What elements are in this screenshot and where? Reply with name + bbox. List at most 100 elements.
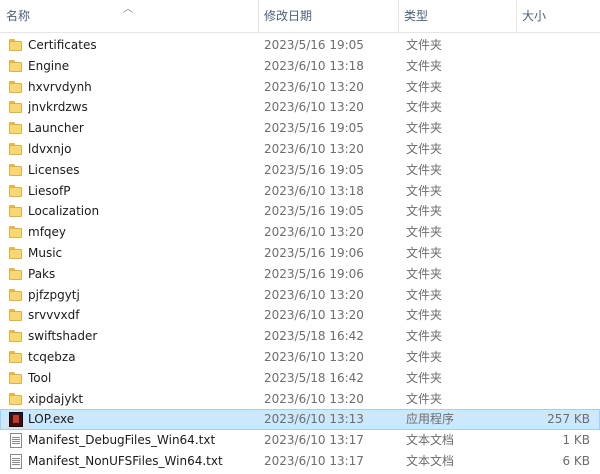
file-type: 文件夹 <box>406 38 443 52</box>
file-row[interactable]: Manifest_NonUFSFiles_Win64.txt 2023/6/10 … <box>0 451 600 472</box>
file-size <box>520 118 590 139</box>
file-date: 2023/5/18 16:42 <box>264 370 364 385</box>
txt-icon <box>8 433 24 449</box>
folder-icon <box>8 59 24 74</box>
file-row[interactable]: jnvkrdzws 2023/6/10 13:20 文件夹 <box>0 97 600 118</box>
file-name: tcqebza <box>28 349 76 364</box>
folder-icon <box>8 204 24 219</box>
folder-icon <box>8 100 24 115</box>
file-name: pjfzpgytj <box>28 287 80 302</box>
file-row[interactable]: tcqebza 2023/6/10 13:20 文件夹 <box>0 347 600 368</box>
file-type: 文件夹 <box>406 204 443 219</box>
column-header-date[interactable]: 修改日期 <box>258 0 398 32</box>
file-name: xipdajykt <box>28 391 84 406</box>
column-header-bar: ︿ 名称 修改日期 类型 大小 <box>0 0 600 33</box>
file-type: 应用程序 <box>406 412 455 427</box>
file-type: 文件夹 <box>406 349 443 364</box>
file-row[interactable]: Licenses 2023/5/16 19:05 文件夹 <box>0 160 600 181</box>
file-row[interactable]: Localization 2023/5/16 19:05 文件夹 <box>0 201 600 222</box>
folder-icon <box>8 288 24 303</box>
file-name: Engine <box>28 58 70 73</box>
file-date: 2023/6/10 13:13 <box>264 412 364 427</box>
file-type: 文件夹 <box>406 121 443 136</box>
file-name: jnvkrdzws <box>28 100 88 115</box>
file-row[interactable]: Tool 2023/5/18 16:42 文件夹 <box>0 368 600 389</box>
file-date: 2023/6/10 13:20 <box>264 308 364 323</box>
file-type: 文件夹 <box>406 245 443 260</box>
file-size <box>520 97 590 118</box>
txt-icon <box>8 453 24 469</box>
file-type: 文件夹 <box>406 391 443 406</box>
file-row[interactable]: ldvxnjo 2023/6/10 13:20 文件夹 <box>0 139 600 160</box>
file-type: 文件夹 <box>406 79 443 94</box>
file-size <box>520 201 590 222</box>
file-type: 文件夹 <box>406 287 443 302</box>
file-name: Music <box>28 245 63 260</box>
file-name: ldvxnjo <box>28 141 72 156</box>
file-row[interactable]: LiesofP 2023/6/10 13:18 文件夹 <box>0 181 600 202</box>
file-row[interactable]: Manifest_DebugFiles_Win64.txt 2023/6/10 1… <box>0 430 600 451</box>
file-date: 2023/6/10 13:17 <box>264 453 364 468</box>
file-type: 文本文档 <box>406 433 455 448</box>
folder-icon <box>8 246 24 261</box>
file-date: 2023/6/10 13:17 <box>264 433 364 448</box>
file-list: Certificates 2023/5/16 19:05 文件夹 Engine 2023… <box>0 35 600 472</box>
file-row[interactable]: Certificates 2023/5/16 19:05 文件夹 <box>0 35 600 56</box>
file-size <box>520 139 590 160</box>
folder-icon <box>8 142 24 157</box>
file-size <box>520 368 590 389</box>
folder-icon <box>8 225 24 240</box>
column-header-type[interactable]: 类型 <box>398 0 516 32</box>
folder-icon <box>8 308 24 323</box>
folder-icon <box>8 121 24 136</box>
file-name: Localization <box>28 204 100 219</box>
folder-icon <box>8 267 24 282</box>
file-type: 文件夹 <box>406 370 443 385</box>
folder-icon <box>8 392 24 407</box>
file-type: 文件夹 <box>406 183 443 198</box>
file-name: hxvrvdynh <box>28 79 92 94</box>
file-type: 文件夹 <box>406 162 443 177</box>
file-size <box>520 326 590 347</box>
file-row[interactable]: mfqey 2023/6/10 13:20 文件夹 <box>0 222 600 243</box>
file-date: 2023/5/16 19:05 <box>264 204 364 219</box>
file-name: LOP.exe <box>28 412 75 427</box>
file-row[interactable]: Launcher 2023/5/16 19:05 文件夹 <box>0 118 600 139</box>
file-row[interactable]: Paks 2023/5/16 19:06 文件夹 <box>0 264 600 285</box>
file-date: 2023/6/10 13:18 <box>264 183 364 198</box>
folder-icon <box>8 350 24 365</box>
file-type: 文件夹 <box>406 100 443 115</box>
file-date: 2023/6/10 13:20 <box>264 349 364 364</box>
file-date: 2023/5/16 19:05 <box>264 162 364 177</box>
file-size <box>520 285 590 306</box>
column-header-size[interactable]: 大小 <box>516 0 600 32</box>
file-date: 2023/5/16 19:05 <box>264 121 364 136</box>
file-date: 2023/6/10 13:20 <box>264 391 364 406</box>
file-name: Manifest_DebugFiles_Win64.txt <box>28 433 216 448</box>
folder-icon <box>8 371 24 386</box>
file-row[interactable]: srvvvxdf 2023/6/10 13:20 文件夹 <box>0 305 600 326</box>
file-date: 2023/6/10 13:20 <box>264 100 364 115</box>
file-row[interactable]: hxvrvdynh 2023/6/10 13:20 文件夹 <box>0 77 600 98</box>
file-type: 文件夹 <box>406 225 443 240</box>
file-row[interactable]: Music 2023/5/16 19:06 文件夹 <box>0 243 600 264</box>
file-date: 2023/5/16 19:06 <box>264 266 364 281</box>
file-row[interactable]: pjfzpgytj 2023/6/10 13:20 文件夹 <box>0 285 600 306</box>
file-date: 2023/5/16 19:06 <box>264 245 364 260</box>
file-type: 文件夹 <box>406 141 443 156</box>
file-row[interactable]: Engine 2023/6/10 13:18 文件夹 <box>0 56 600 77</box>
file-size <box>520 160 590 181</box>
exe-icon <box>8 412 24 428</box>
file-row[interactable]: xipdajykt 2023/6/10 13:20 文件夹 <box>0 389 600 410</box>
file-type: 文件夹 <box>406 329 443 344</box>
column-header-name[interactable]: 名称 <box>0 0 258 32</box>
file-size <box>520 35 590 56</box>
file-row[interactable]: LOP.exe 2023/6/10 13:13 应用程序 257 KB <box>0 409 600 431</box>
folder-icon <box>8 163 24 178</box>
file-date: 2023/6/10 13:20 <box>264 79 364 94</box>
file-row[interactable]: swiftshader 2023/5/18 16:42 文件夹 <box>0 326 600 347</box>
file-name: LiesofP <box>28 183 71 198</box>
file-size: 1 KB <box>562 433 590 448</box>
file-size: 6 KB <box>562 453 590 468</box>
folder-icon <box>8 80 24 95</box>
